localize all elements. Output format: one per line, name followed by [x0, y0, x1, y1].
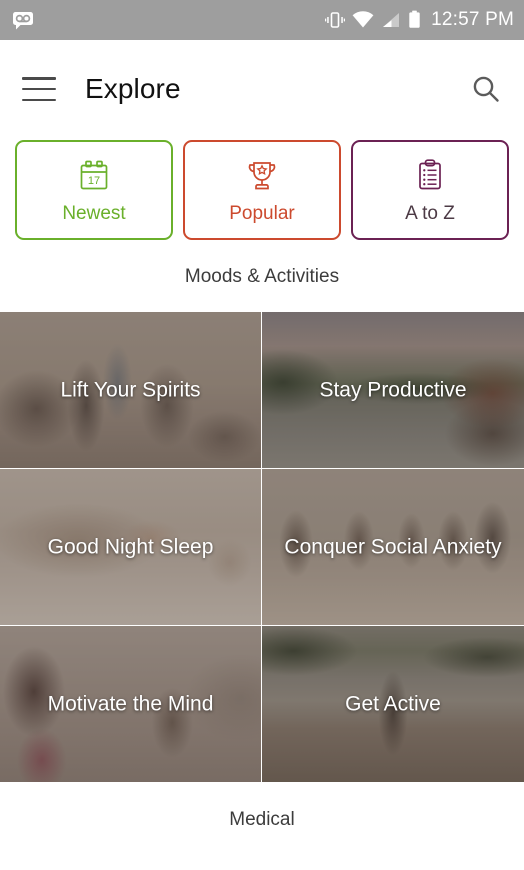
voicemail-icon	[12, 10, 34, 30]
tile-label: Motivate the Mind	[47, 692, 214, 716]
tile-label: Conquer Social Anxiety	[284, 535, 502, 559]
app-bar: Explore	[0, 40, 524, 138]
filter-label-atoz: A to Z	[405, 202, 455, 224]
status-bar-left	[12, 10, 34, 30]
tile-get-active[interactable]: Get Active	[262, 626, 524, 783]
tile-label: Lift Your Spirits	[60, 378, 201, 402]
battery-icon	[408, 10, 421, 30]
tile-motivate-the-mind[interactable]: Motivate the Mind	[0, 626, 262, 783]
wifi-icon	[352, 11, 374, 29]
section-header-medical: Medical	[0, 783, 524, 831]
tile-label: Good Night Sleep	[47, 535, 214, 559]
search-icon[interactable]	[470, 73, 502, 105]
trophy-icon	[243, 156, 281, 196]
section-header-moods: Moods & Activities	[0, 240, 524, 312]
vibrate-icon	[325, 10, 346, 30]
calendar-day-number: 17	[88, 175, 100, 187]
page-title: Explore	[85, 73, 181, 104]
hamburger-menu-icon[interactable]	[22, 77, 56, 101]
tile-label: Get Active	[345, 692, 441, 716]
calendar-icon: 17	[75, 156, 113, 196]
tile-grid: Lift Your Spirits Stay Productive Good N…	[0, 312, 524, 783]
filter-card-atoz[interactable]: A to Z	[351, 140, 509, 240]
status-bar: 12:57 PM	[0, 0, 524, 40]
filter-row: 17 Newest Popular A to Z	[0, 140, 524, 240]
tile-label: Stay Productive	[319, 378, 467, 402]
tile-lift-your-spirits[interactable]: Lift Your Spirits	[0, 312, 262, 469]
filter-card-newest[interactable]: 17 Newest	[15, 140, 173, 240]
status-bar-time: 12:57 PM	[431, 9, 514, 30]
filter-label-popular: Popular	[229, 202, 295, 224]
clipboard-icon	[411, 156, 449, 196]
tile-conquer-social-anxiety[interactable]: Conquer Social Anxiety	[262, 469, 524, 626]
status-bar-right: 12:57 PM	[325, 9, 514, 31]
filter-label-newest: Newest	[62, 202, 126, 224]
tile-stay-productive[interactable]: Stay Productive	[262, 312, 524, 469]
tile-good-night-sleep[interactable]: Good Night Sleep	[0, 469, 262, 626]
signal-icon	[381, 11, 401, 29]
filter-card-popular[interactable]: Popular	[183, 140, 341, 240]
